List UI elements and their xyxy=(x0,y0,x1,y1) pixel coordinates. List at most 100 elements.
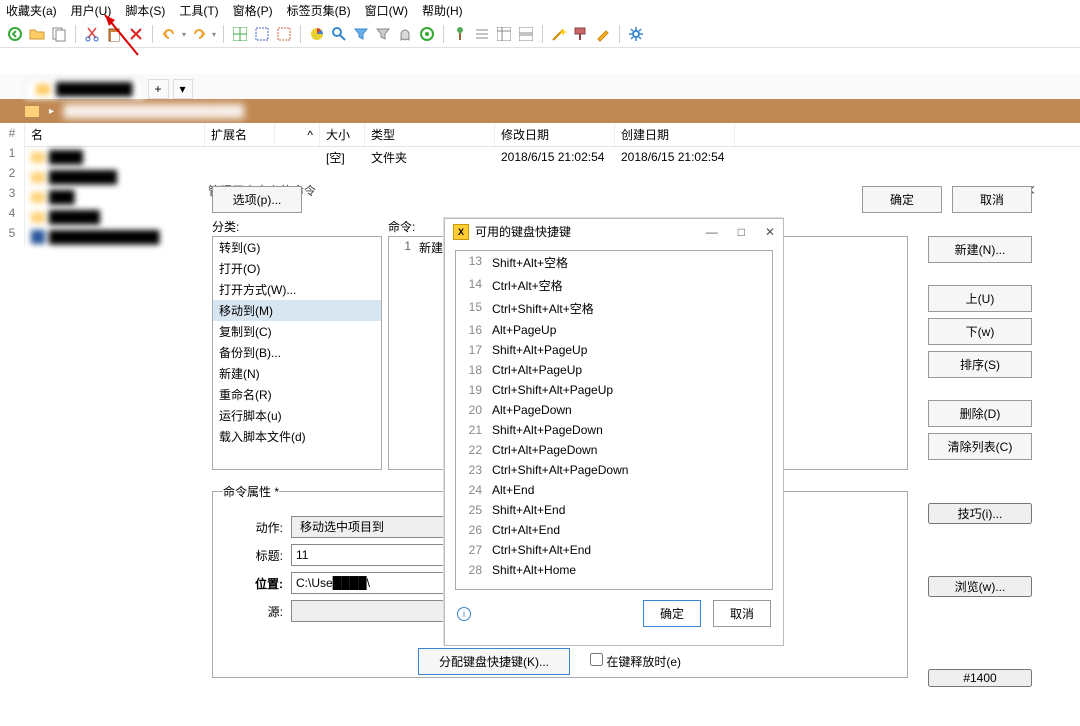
tree-icon[interactable] xyxy=(451,25,469,43)
ok-button[interactable]: 确定 xyxy=(862,186,942,213)
funnel-icon[interactable] xyxy=(352,25,370,43)
menu-window[interactable]: 窗口(W) xyxy=(365,2,408,19)
options-button[interactable]: 选项(p)... xyxy=(212,186,302,213)
shortcut-item[interactable]: 14Ctrl+Alt+空格 xyxy=(456,274,772,297)
ok-button[interactable]: 确定 xyxy=(643,600,701,627)
shortcut-item[interactable]: 26Ctrl+Alt+End xyxy=(456,520,772,540)
browse-button[interactable]: 浏览(w)... xyxy=(928,576,1032,597)
col-name[interactable]: 名 xyxy=(25,123,205,146)
shortcut-item[interactable]: 13Shift+Alt+空格 xyxy=(456,251,772,274)
tab-dropdown[interactable]: ▾ xyxy=(173,79,193,99)
cancel-button[interactable]: 取消 xyxy=(952,186,1032,213)
shortcut-item[interactable]: 21Shift+Alt+PageDown xyxy=(456,420,772,440)
shortcut-item[interactable]: 16Alt+PageUp xyxy=(456,320,772,340)
ghost-icon[interactable] xyxy=(396,25,414,43)
shortcut-item[interactable]: 15Ctrl+Shift+Alt+空格 xyxy=(456,297,772,320)
search-icon[interactable] xyxy=(330,25,348,43)
funnel-off-icon[interactable] xyxy=(374,25,392,43)
nav-back-icon[interactable] xyxy=(6,25,24,43)
col-size[interactable]: 大小 xyxy=(320,123,365,146)
split-icon[interactable] xyxy=(517,25,535,43)
col-sort[interactable]: ^ xyxy=(275,123,320,146)
select-all-icon[interactable] xyxy=(253,25,271,43)
on-keyup-checkbox[interactable]: 在键释放时(e) xyxy=(590,653,681,670)
category-item[interactable]: 移动到(M) xyxy=(213,300,381,321)
maximize-icon[interactable]: □ xyxy=(738,225,745,239)
cancel-button[interactable]: 取消 xyxy=(713,600,771,627)
tips-button[interactable]: 技巧(i)... xyxy=(928,503,1032,524)
assign-shortcut-button[interactable]: 分配键盘快捷键(K)... xyxy=(418,648,570,675)
category-item[interactable]: 打开方式(W)... xyxy=(213,279,381,300)
number-button[interactable]: #1400 xyxy=(928,669,1032,687)
pie-chart-icon[interactable] xyxy=(308,25,326,43)
up-button[interactable]: 上(U) xyxy=(928,285,1032,312)
category-item[interactable]: 载入脚本文件(d) xyxy=(213,426,381,447)
copy-icon[interactable] xyxy=(50,25,68,43)
menu-panes[interactable]: 窗格(P) xyxy=(233,2,273,19)
minimize-icon[interactable]: — xyxy=(706,225,718,239)
details-icon[interactable] xyxy=(495,25,513,43)
categories-label: 分类: xyxy=(212,218,239,235)
commands-label: 命令: xyxy=(388,218,415,235)
folder-open-icon[interactable] xyxy=(28,25,46,43)
menu-tabsets[interactable]: 标签页集(B) xyxy=(287,2,351,19)
column-headers: 名 扩展名 ^ 大小 类型 修改日期 创建日期 xyxy=(25,123,1080,147)
row-gutter: # 12345 xyxy=(0,123,25,247)
shortcut-item[interactable]: 17Shift+Alt+PageUp xyxy=(456,340,772,360)
shortcut-item[interactable]: 19Ctrl+Shift+Alt+PageUp xyxy=(456,380,772,400)
paint-icon[interactable] xyxy=(572,25,590,43)
category-item[interactable]: 打开(O) xyxy=(213,258,381,279)
menu-help[interactable]: 帮助(H) xyxy=(422,2,463,19)
category-item[interactable]: 重命名(R) xyxy=(213,384,381,405)
settings-icon[interactable] xyxy=(627,25,645,43)
shortcut-item[interactable]: 20Alt+PageDown xyxy=(456,400,772,420)
deselect-icon[interactable] xyxy=(275,25,293,43)
shortcut-item[interactable]: 23Ctrl+Shift+Alt+PageDown xyxy=(456,460,772,480)
category-item[interactable]: 运行脚本(u) xyxy=(213,405,381,426)
category-listbox[interactable]: 转到(G)打开(O)打开方式(W)...移动到(M)复制到(C)备份到(B)..… xyxy=(212,236,382,470)
assign-shortcut-row: 分配键盘快捷键(K)... 在键释放时(e) xyxy=(418,648,681,675)
info-icon[interactable]: i xyxy=(457,607,471,621)
shortcut-item[interactable]: 25Shift+Alt+End xyxy=(456,500,772,520)
brush-icon[interactable] xyxy=(594,25,612,43)
target-icon[interactable] xyxy=(418,25,436,43)
delete-button[interactable]: 删除(D) xyxy=(928,400,1032,427)
shortcut-item[interactable]: 28Shift+Alt+Home xyxy=(456,560,772,580)
new-button[interactable]: 新建(N)... xyxy=(928,236,1032,263)
shortcut-item[interactable]: 18Ctrl+Alt+PageUp xyxy=(456,360,772,380)
action-label: 动作: xyxy=(223,519,283,536)
shortcut-item[interactable]: 22Ctrl+Alt+PageDown xyxy=(456,440,772,460)
undo-icon[interactable] xyxy=(160,25,178,43)
redo-icon[interactable] xyxy=(190,25,208,43)
breadcrumb-bar[interactable]: ▸ ███████████████████ xyxy=(0,99,1080,123)
menu-tools[interactable]: 工具(T) xyxy=(179,2,218,19)
close-icon[interactable]: ✕ xyxy=(765,225,775,239)
menu-bar: 收藏夹(a) 用户(U) 脚本(S) 工具(T) 窗格(P) 标签页集(B) 窗… xyxy=(0,0,1080,21)
list-icon[interactable] xyxy=(473,25,491,43)
clear-list-button[interactable]: 清除列表(C) xyxy=(928,433,1032,460)
shortcut-item[interactable]: 27Ctrl+Shift+Alt+End xyxy=(456,540,772,560)
category-item[interactable]: 复制到(C) xyxy=(213,321,381,342)
tab-new[interactable]: + xyxy=(148,79,169,99)
col-ext[interactable]: 扩展名 xyxy=(205,123,275,146)
col-type[interactable]: 类型 xyxy=(365,123,495,146)
category-item[interactable]: 备份到(B)... xyxy=(213,342,381,363)
col-created[interactable]: 创建日期 xyxy=(615,123,735,146)
category-item[interactable]: 转到(G) xyxy=(213,237,381,258)
col-modified[interactable]: 修改日期 xyxy=(495,123,615,146)
menu-favorites[interactable]: 收藏夹(a) xyxy=(6,2,57,19)
shortcut-listbox[interactable]: 13Shift+Alt+空格14Ctrl+Alt+空格15Ctrl+Shift+… xyxy=(455,250,773,590)
chevron-right-icon[interactable]: ▸ xyxy=(49,106,54,117)
right-button-col: 新建(N)... 上(U) 下(w) 排序(S) 删除(D) 清除列表(C) xyxy=(928,236,1032,460)
title-label: 标题: xyxy=(223,547,283,564)
grid-icon[interactable] xyxy=(231,25,249,43)
category-item[interactable]: 新建(N) xyxy=(213,363,381,384)
down-button[interactable]: 下(w) xyxy=(928,318,1032,345)
sort-button[interactable]: 排序(S) xyxy=(928,351,1032,378)
wand-icon[interactable] xyxy=(550,25,568,43)
file-row[interactable]: ████ [空] 文件夹 2018/6/15 21:02:54 2018/6/1… xyxy=(25,147,1080,167)
tab-active[interactable]: █████████ xyxy=(25,78,144,99)
location-label: 位置: xyxy=(223,575,283,592)
gutter-header: # xyxy=(0,123,24,143)
shortcut-item[interactable]: 24Alt+End xyxy=(456,480,772,500)
